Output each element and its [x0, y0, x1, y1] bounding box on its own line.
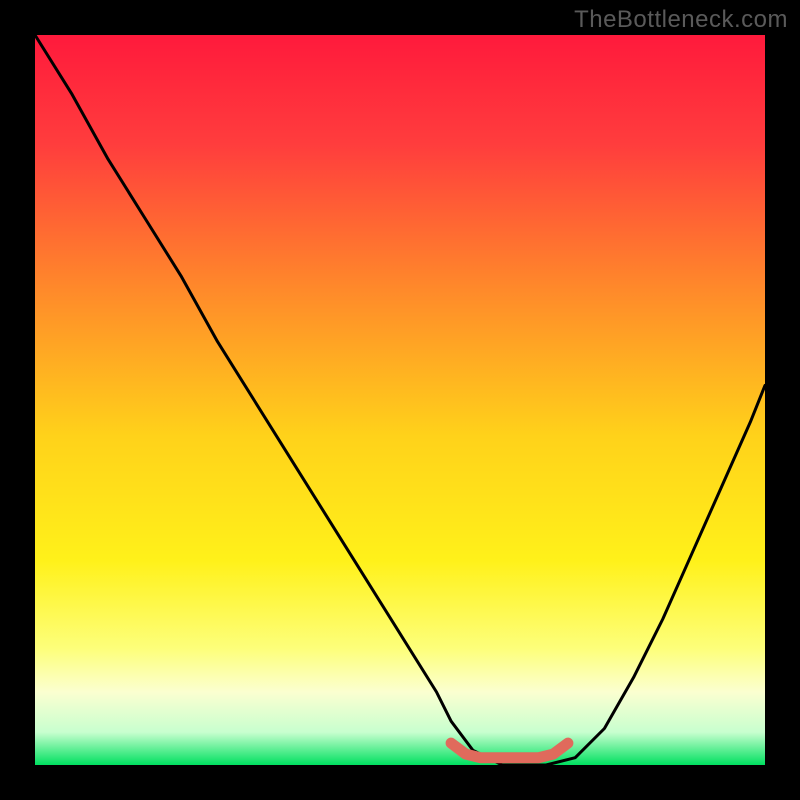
chart-canvas	[0, 0, 800, 800]
bottleneck-chart: TheBottleneck.com	[0, 0, 800, 800]
plot-background	[35, 35, 765, 765]
